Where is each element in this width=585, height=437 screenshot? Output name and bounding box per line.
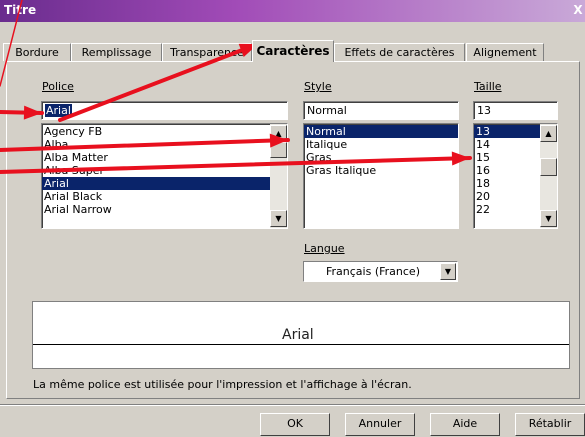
police-list-item[interactable]: Arial Black	[42, 190, 287, 203]
taille-scrollbar[interactable]: ▲ ▼	[540, 124, 557, 228]
scroll-thumb[interactable]	[540, 158, 557, 176]
langue-select[interactable]: Français (France) ▼	[303, 261, 458, 282]
taille-list[interactable]: 13 14 15 16 18 20 22 ▲ ▼	[473, 123, 558, 229]
style-label: Style	[304, 80, 332, 93]
police-list-item[interactable]: Arial Narrow	[42, 203, 287, 216]
police-label: Police	[42, 80, 74, 93]
preview-text: Arial	[280, 327, 316, 343]
reset-button[interactable]: Rétablir	[515, 413, 585, 436]
style-list-item[interactable]: Normal	[304, 125, 458, 138]
title-bar[interactable]: Titre X	[0, 0, 585, 22]
police-scrollbar[interactable]: ▲ ▼	[270, 124, 287, 228]
langue-label: Langue	[304, 242, 345, 255]
ok-button[interactable]: OK	[260, 413, 330, 436]
tab-caracteres[interactable]: Caractères	[252, 40, 334, 62]
preview-baseline	[33, 344, 569, 345]
tab-remplissage[interactable]: Remplissage	[71, 43, 162, 61]
police-input[interactable]: Arial	[41, 101, 288, 120]
font-preview: Arial	[32, 301, 570, 369]
font-dialog: Titre X Bordure Remplissage Transparence…	[0, 0, 585, 437]
info-text: La même police est utilisée pour l'impre…	[33, 378, 412, 391]
style-list[interactable]: Normal Italique Gras Gras Italique	[303, 123, 459, 229]
scroll-thumb[interactable]	[270, 142, 287, 158]
police-list-item[interactable]: Arial	[42, 177, 287, 190]
tab-bordure[interactable]: Bordure	[3, 43, 71, 61]
close-button[interactable]: X	[571, 3, 585, 18]
tab-transparence[interactable]: Transparence	[162, 43, 252, 61]
scroll-down-icon[interactable]: ▼	[540, 210, 557, 227]
style-list-item[interactable]: Italique	[304, 138, 458, 151]
style-list-item[interactable]: Gras	[304, 151, 458, 164]
police-list-item[interactable]: Alba	[42, 138, 287, 151]
police-list-item[interactable]: Alba Matter	[42, 151, 287, 164]
police-list-item[interactable]: Agency FB	[42, 125, 287, 138]
tab-effets-de-caracteres[interactable]: Effets de caractères	[334, 43, 465, 61]
tab-alignement[interactable]: Alignement	[466, 43, 544, 61]
scroll-down-icon[interactable]: ▼	[270, 210, 287, 227]
help-button[interactable]: Aide	[430, 413, 500, 436]
chevron-down-icon[interactable]: ▼	[440, 263, 456, 280]
window-title: Titre	[4, 3, 37, 17]
langue-value: Français (France)	[326, 265, 420, 278]
button-bar: OK Annuler Aide Rétablir	[0, 404, 585, 437]
taille-input[interactable]: 13	[473, 101, 558, 120]
cancel-button[interactable]: Annuler	[345, 413, 415, 436]
style-input[interactable]: Normal	[303, 101, 459, 120]
scroll-up-icon[interactable]: ▲	[540, 125, 557, 142]
scroll-up-icon[interactable]: ▲	[270, 125, 287, 142]
police-list[interactable]: Agency FB Alba Alba Matter Alba Super Arial A…	[41, 123, 288, 229]
police-list-item[interactable]: Alba Super	[42, 164, 287, 177]
taille-label: Taille	[474, 80, 502, 93]
style-list-item[interactable]: Gras Italique	[304, 164, 458, 177]
